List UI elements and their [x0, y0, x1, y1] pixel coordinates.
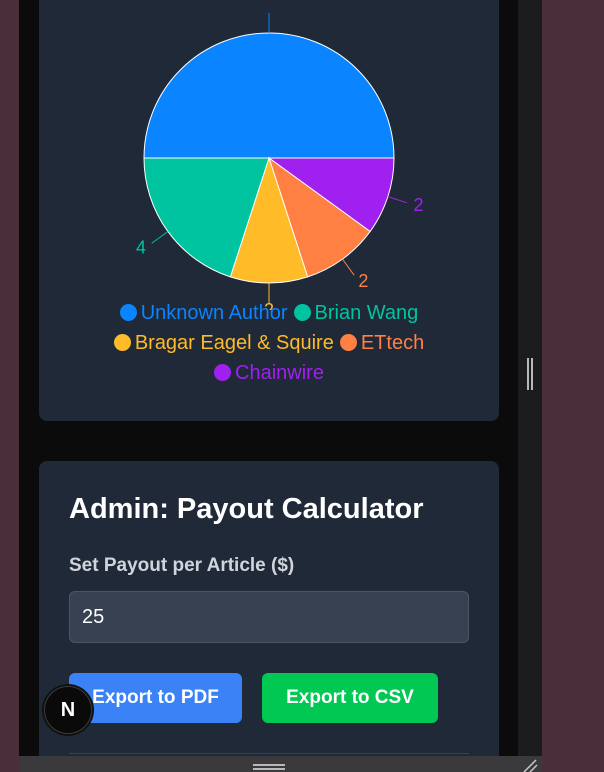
- pie-leader-line: [151, 231, 169, 244]
- legend-label: Chainwire: [235, 362, 324, 384]
- payout-per-article-label: Set Payout per Article ($): [69, 555, 295, 576]
- pie-data-label: 2: [414, 195, 424, 215]
- nextjs-dev-badge[interactable]: N: [44, 686, 92, 734]
- legend-item[interactable]: Bragar Eagel & Squire: [113, 328, 334, 358]
- legend-row: Bragar Eagel & Squire ETtech: [39, 328, 499, 358]
- legend-dot-icon: [293, 304, 311, 321]
- legend-row: Unknown Author Brian Wang: [39, 298, 499, 328]
- legend-dot-icon: [119, 304, 137, 321]
- corner-resize-icon[interactable]: [520, 758, 538, 772]
- bottom-resize-bar: [19, 756, 542, 772]
- legend-label: Bragar Eagel & Squire: [134, 332, 334, 354]
- author-distribution-card: 2224 Unknown Author Brian Wang Bragar Eage…: [39, 0, 499, 421]
- payout-per-article-input[interactable]: [69, 591, 469, 643]
- legend-item[interactable]: Brian Wang: [293, 298, 419, 328]
- section-divider: [69, 753, 469, 754]
- horizontal-grip-icon[interactable]: [253, 764, 285, 770]
- left-background: [0, 0, 19, 772]
- vertical-resize-handle-icon[interactable]: [527, 358, 533, 390]
- chart-legend: Unknown Author Brian Wang Bragar Eagel & S…: [39, 298, 499, 388]
- pie-slice-unknown-author[interactable]: [143, 32, 395, 159]
- legend-item[interactable]: Unknown Author: [119, 298, 288, 328]
- author-pie-chart: 2224: [136, 13, 424, 310]
- pie-data-label: 4: [136, 237, 146, 257]
- payout-calculator-title: Admin: Payout Calculator: [69, 493, 424, 525]
- legend-row: Chainwire: [39, 358, 499, 388]
- legend-label: Brian Wang: [314, 302, 419, 324]
- pie-leader-line: [342, 258, 355, 276]
- export-pdf-button[interactable]: Export to PDF: [69, 673, 242, 723]
- legend-dot-icon: [214, 364, 232, 381]
- pie-data-label: 2: [358, 271, 368, 291]
- legend-item[interactable]: Chainwire: [214, 358, 324, 388]
- right-background: [542, 0, 604, 772]
- payout-calculator-card: Admin: Payout Calculator Set Payout per …: [39, 461, 499, 756]
- pie-leader-line: [387, 196, 408, 204]
- legend-dot-icon: [339, 334, 357, 351]
- export-csv-button[interactable]: Export to CSV: [262, 673, 438, 723]
- legend-label: ETtech: [360, 332, 425, 354]
- legend-label: Unknown Author: [140, 302, 288, 324]
- legend-item[interactable]: ETtech: [339, 328, 425, 358]
- legend-dot-icon: [113, 334, 131, 351]
- page-viewport: 2224 Unknown Author Brian Wang Bragar Eage…: [19, 0, 518, 756]
